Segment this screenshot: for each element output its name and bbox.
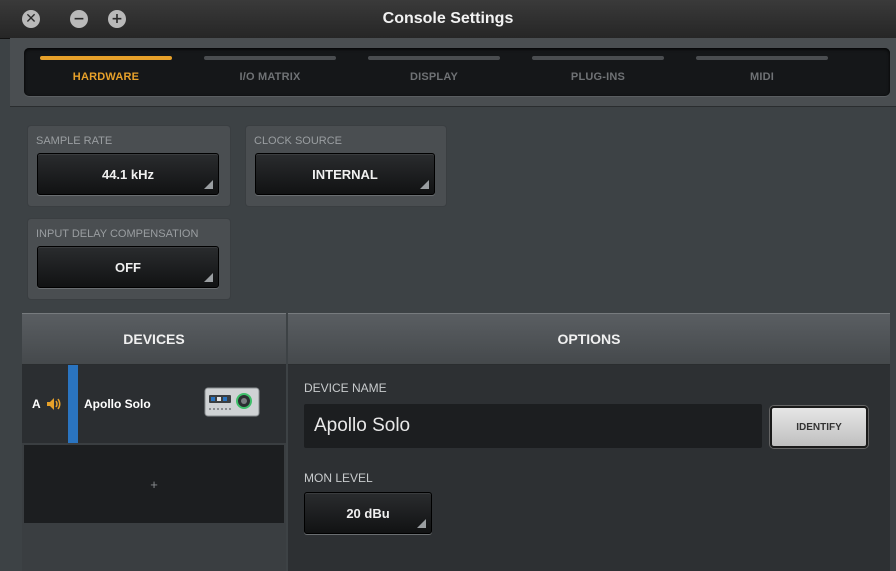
clock-source-value: INTERNAL xyxy=(312,166,378,182)
tab-label: PLUG-INS xyxy=(570,71,626,83)
sample-rate-panel: SAMPLE RATE 44.1 kHz xyxy=(28,126,230,206)
identify-label: IDENTIFY xyxy=(796,421,842,433)
tab-label: DISPLAY xyxy=(409,71,459,83)
tab-plug-ins[interactable]: PLUG-INS xyxy=(516,48,680,96)
tab-label: I/O MATRIX xyxy=(239,71,301,83)
devices-header: DEVICES xyxy=(22,313,286,365)
clock-source-panel: CLOCK SOURCE INTERNAL xyxy=(246,126,446,206)
window-title: Console Settings xyxy=(382,10,514,27)
input-delay-dropdown[interactable]: OFF xyxy=(37,246,219,288)
tab-hardware[interactable]: HARDWARE xyxy=(24,48,188,96)
input-delay-label: INPUT DELAY COMPENSATION xyxy=(36,228,199,240)
device-name-label: DEVICE NAME xyxy=(304,381,387,395)
tab-display[interactable]: DISPLAY xyxy=(352,48,516,96)
device-name-field[interactable]: Apollo Solo xyxy=(304,404,762,448)
mon-level-value: 20 dBu xyxy=(346,505,390,521)
tab-label: MIDI xyxy=(749,71,775,83)
options-panel: DEVICE NAME Apollo Solo IDENTIFY MON LEV… xyxy=(288,365,890,571)
clock-source-label: CLOCK SOURCE xyxy=(254,135,343,147)
input-delay-panel: INPUT DELAY COMPENSATION OFF xyxy=(28,219,230,299)
add-device-label: + xyxy=(150,476,158,492)
devices-options-area: DEVICES OPTIONS A Apollo Solo + DEVICE N… xyxy=(22,313,890,571)
tab-strip: HARDWARE I/O MATRIX DISPLAY PLUG-INS MID… xyxy=(24,48,890,96)
tab-indicator xyxy=(368,56,500,60)
device-selected-indicator xyxy=(68,365,78,443)
tab-indicator xyxy=(40,56,172,60)
device-slot: A xyxy=(32,397,41,411)
tab-indicator xyxy=(532,56,664,60)
tab-strip-container: HARDWARE I/O MATRIX DISPLAY PLUG-INS MID… xyxy=(10,38,896,107)
mon-level-dropdown[interactable]: 20 dBu xyxy=(304,492,432,534)
devices-list: A Apollo Solo + xyxy=(22,365,286,571)
device-row-apollo-solo[interactable]: A Apollo Solo xyxy=(22,365,286,443)
tab-midi[interactable]: MIDI xyxy=(680,48,844,96)
speaker-icon xyxy=(47,398,61,410)
identify-button[interactable]: IDENTIFY xyxy=(770,406,868,448)
apollo-solo-device-icon xyxy=(204,387,260,417)
tab-indicator xyxy=(204,56,336,60)
tab-io-matrix[interactable]: I/O MATRIX xyxy=(188,48,352,96)
options-header: OPTIONS xyxy=(288,313,890,365)
add-device-button[interactable]: + xyxy=(24,445,284,523)
input-delay-value: OFF xyxy=(115,259,141,275)
dropdown-corner-icon xyxy=(204,273,213,282)
sample-rate-label: SAMPLE RATE xyxy=(36,135,113,147)
tab-indicator xyxy=(696,56,828,60)
clock-source-dropdown[interactable]: INTERNAL xyxy=(255,153,435,195)
tab-label: HARDWARE xyxy=(72,71,140,83)
sample-rate-value: 44.1 kHz xyxy=(101,166,155,182)
mon-level-label: MON LEVEL xyxy=(304,471,373,485)
dropdown-corner-icon xyxy=(420,180,429,189)
device-name: Apollo Solo xyxy=(84,397,151,411)
dropdown-corner-icon xyxy=(417,519,426,528)
dropdown-corner-icon xyxy=(204,180,213,189)
title-bar: ✕ − + Console Settings xyxy=(0,0,896,39)
sample-rate-dropdown[interactable]: 44.1 kHz xyxy=(37,153,219,195)
